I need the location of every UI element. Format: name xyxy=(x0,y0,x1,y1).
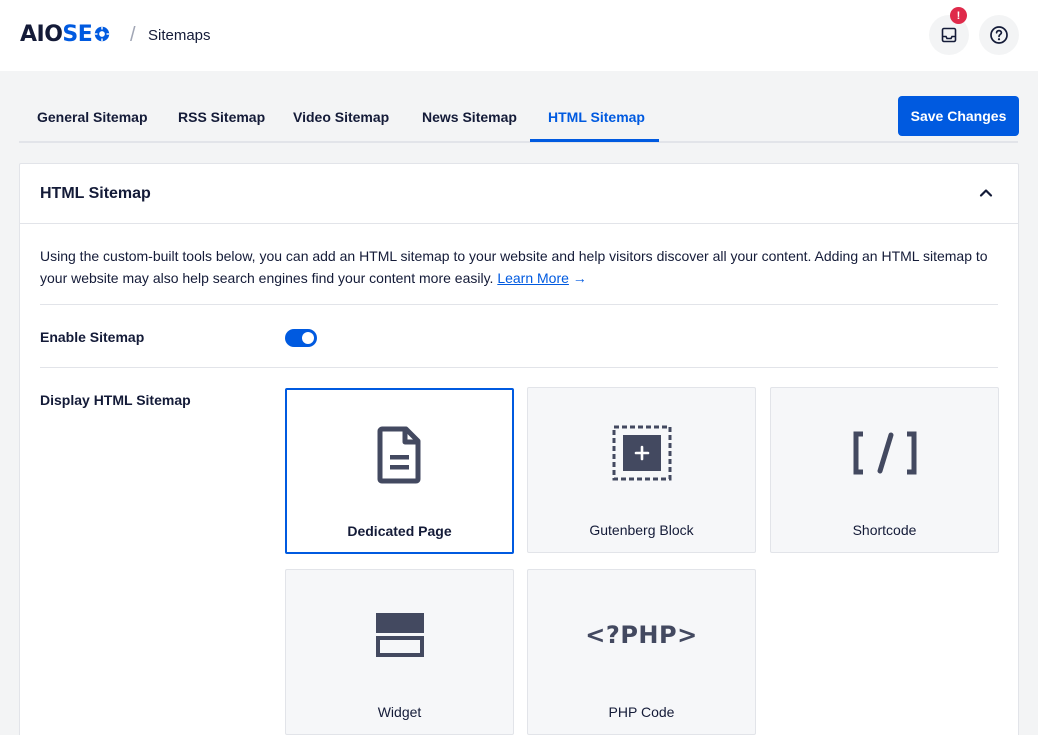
logo-text-seo: SE xyxy=(62,21,93,47)
option-php-code[interactable]: <?PHP> PHP Code xyxy=(527,569,756,735)
divider xyxy=(40,304,998,305)
option-shortcode[interactable]: Shortcode xyxy=(770,387,999,553)
chevron-up-icon[interactable] xyxy=(978,185,994,201)
inbox-icon xyxy=(941,27,957,43)
option-gutenberg-block[interactable]: Gutenberg Block xyxy=(527,387,756,553)
option-label: Widget xyxy=(377,704,422,720)
php-icon: <?PHP> xyxy=(585,621,698,649)
option-label: Gutenberg Block xyxy=(589,522,694,538)
arrow-right-icon: → xyxy=(572,270,587,286)
breadcrumb: Sitemaps xyxy=(148,27,211,44)
aioseo-logo[interactable]: AIO SE xyxy=(20,21,111,47)
tab-rss-sitemap[interactable]: RSS Sitemap xyxy=(178,96,265,143)
card-header[interactable]: HTML Sitemap xyxy=(20,164,1018,224)
block-plus-icon xyxy=(612,425,671,481)
enable-sitemap-toggle[interactable] xyxy=(285,329,317,347)
html-sitemap-card: HTML Sitemap Using the custom-built tool… xyxy=(19,163,1019,735)
logo-text-aio: AIO xyxy=(20,21,63,47)
top-bar: AIO SE / Sitemaps ! xyxy=(0,0,1038,71)
active-tab-indicator xyxy=(530,139,659,142)
option-dedicated-page[interactable]: Dedicated Page xyxy=(285,388,514,554)
card-title: HTML Sitemap xyxy=(40,185,151,202)
tab-html-sitemap[interactable]: HTML Sitemap xyxy=(548,96,645,143)
tab-general-sitemap[interactable]: General Sitemap xyxy=(37,96,148,143)
breadcrumb-separator: / xyxy=(130,24,136,46)
enable-sitemap-label: Enable Sitemap xyxy=(40,329,145,345)
learn-more-link[interactable]: Learn More xyxy=(497,270,569,286)
tab-video-sitemap[interactable]: Video Sitemap xyxy=(293,96,389,143)
option-label: Shortcode xyxy=(852,522,917,538)
option-widget[interactable]: Widget xyxy=(285,569,514,735)
divider xyxy=(40,367,998,368)
tab-news-sitemap[interactable]: News Sitemap xyxy=(422,96,517,143)
help-icon xyxy=(990,26,1008,44)
sitemap-tabs: General Sitemap RSS Sitemap Video Sitema… xyxy=(19,96,1018,143)
help-button[interactable] xyxy=(979,15,1019,55)
logo-gear-icon xyxy=(95,26,110,42)
shortcode-icon xyxy=(853,431,916,475)
document-icon xyxy=(377,426,420,484)
notification-badge: ! xyxy=(950,7,967,24)
save-changes-button[interactable]: Save Changes xyxy=(898,96,1019,136)
widget-icon xyxy=(375,613,424,657)
option-label: Dedicated Page xyxy=(347,523,452,539)
sitemap-description: Using the custom-built tools below, you … xyxy=(40,245,1000,289)
display-html-sitemap-label: Display HTML Sitemap xyxy=(40,392,191,408)
option-label: PHP Code xyxy=(608,704,675,720)
toggle-knob xyxy=(302,332,314,344)
